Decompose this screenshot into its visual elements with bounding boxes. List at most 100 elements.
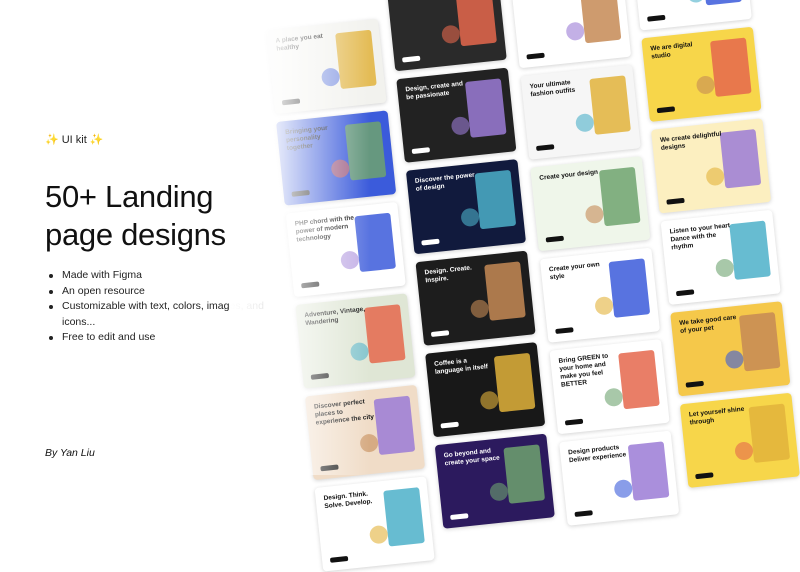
thumbnail-headline: Adventure, Vintage, Wandering — [304, 305, 366, 328]
thumbnail-headline: Bring GREEN to your home and make you fe… — [558, 352, 609, 389]
thumbnail-image — [484, 261, 526, 321]
thumbnail-decoration — [479, 390, 500, 411]
landing-page-thumbnail: Create your design — [530, 156, 651, 252]
thumbnail-button — [675, 289, 695, 297]
thumbnail-decoration — [734, 441, 754, 461]
thumbnail-headline: Let yourself shine through — [688, 405, 745, 427]
page-title-line2: page designs — [45, 217, 226, 252]
landing-page-thumbnail: Listen to your heart Dance with the rhyt… — [660, 209, 781, 305]
thumbnail-image — [738, 312, 781, 372]
landing-page-thumbnail: Bring GREEN to your home and make you fe… — [549, 339, 670, 435]
thumbnail-headline: Listen to your heart Dance with the rhyt… — [669, 222, 731, 252]
thumbnail-decoration — [320, 67, 341, 88]
feature-item: Made with Figma — [48, 268, 278, 284]
thumbnail-button — [656, 106, 676, 114]
thumbnail-decoration — [565, 21, 586, 42]
thumbnail-headline: Design. Create. Inspire. — [424, 264, 473, 285]
thumbnail-headline: Design, create and be passionate — [405, 80, 464, 102]
landing-page-thumbnail: Design, create and be passionate — [396, 67, 517, 163]
thumbnail-headline: Design. Think. Solve. Develop. — [323, 490, 373, 511]
ui-kit-tag-label: UI kit — [61, 133, 87, 146]
thumbnail-button — [310, 372, 330, 380]
thumbnail-button — [450, 513, 469, 521]
thumbnail-image — [627, 441, 670, 501]
thumbnail-headline: Discover perfect places to experience th… — [313, 398, 375, 427]
landing-page-thumbnail: Your ultimate fashion outfits — [520, 64, 641, 160]
thumbnail-headline: Design products Deliver experience — [567, 444, 627, 465]
feature-item: Customizable with text, colors, images, … — [48, 299, 278, 330]
thumbnail-button — [695, 472, 714, 480]
thumbnail-button — [320, 464, 339, 472]
thumbnail-headline: Bringing your personality together — [284, 124, 328, 153]
thumbnail-decoration — [594, 295, 614, 316]
thumbnail-decoration — [469, 298, 490, 319]
thumbnail-decoration — [330, 158, 351, 179]
thumbnail-headline: We are digital studio — [650, 41, 693, 61]
thumbnail-button — [526, 52, 545, 60]
thumbnail-image — [709, 37, 752, 97]
thumbnail-headline: Create your design — [539, 168, 599, 182]
author-credit: By Yan Liu — [45, 447, 95, 459]
thumbnail-image — [354, 212, 397, 273]
sparkle-icon: ✨ — [89, 134, 104, 146]
thumbnail-button — [411, 147, 431, 155]
landing-page-gallery: A place you eat healthy Bringing your per… — [262, 0, 800, 572]
thumbnail-button — [402, 55, 421, 63]
landing-page-thumbnail: PHP chord with the power of modern techn… — [285, 201, 406, 298]
landing-page-thumbnail — [386, 0, 507, 72]
landing-page-thumbnail: Coffee is a language in itself — [425, 342, 546, 438]
thumbnail-decoration — [340, 250, 360, 271]
thumbnail-decoration — [349, 341, 370, 362]
landing-page-thumbnail: Design. Create. Inspire. — [415, 250, 536, 346]
thumbnail-decoration — [724, 349, 745, 370]
landing-page-thumbnail: We are digital studio — [641, 26, 762, 122]
thumbnail-image — [598, 166, 641, 227]
landing-page-thumbnail: A place you eat healthy — [266, 18, 387, 115]
thumbnail-button — [291, 189, 310, 197]
thumbnail-headline: Your ultimate fashion outfits — [529, 79, 576, 99]
thumbnail-decoration — [705, 166, 726, 187]
thumbnail-headline: Create your own style — [548, 261, 601, 282]
thumbnail-decoration — [440, 24, 461, 45]
thumbnail-image — [474, 169, 517, 230]
thumbnail-decoration — [460, 207, 480, 228]
landing-page-thumbnail — [510, 0, 632, 69]
landing-page-thumbnail: Let yourself shine through — [679, 392, 800, 488]
thumbnail-image — [344, 121, 387, 181]
thumbnail-headline: PHP chord with the power of modern techn… — [294, 214, 355, 244]
hero-panel: ✨ UI kit ✨ 50+ Landing page designs Made… — [0, 0, 300, 475]
thumbnail-image — [335, 29, 377, 90]
thumbnail-image — [748, 403, 791, 463]
feature-item: Free to edit and use — [48, 330, 278, 346]
thumbnail-headline: We create delightful designs — [659, 130, 722, 152]
landing-page-thumbnail: Discover perfect places to experience th… — [304, 384, 426, 481]
thumbnail-decoration — [584, 204, 605, 225]
thumbnail-headline: A place you eat healthy — [275, 32, 324, 53]
thumbnail-headline: We take good care of your pet — [678, 314, 737, 335]
thumbnail-headline: Go beyond and create your space — [443, 447, 501, 468]
page-title-line1: 50+ Landing — [45, 179, 214, 214]
thumbnail-button — [440, 421, 459, 429]
thumbnail-image — [729, 220, 771, 280]
feature-list: Made with Figma An open resource Customi… — [48, 268, 278, 346]
thumbnail-image — [719, 129, 762, 189]
thumbnail-image — [493, 352, 536, 413]
thumbnail-decoration — [714, 258, 735, 278]
thumbnail-decoration — [686, 0, 706, 4]
thumbnail-decoration — [603, 387, 624, 408]
thumbnail-image — [608, 258, 651, 318]
thumbnail-button — [535, 144, 555, 152]
landing-page-thumbnail: Create your own style — [539, 247, 661, 343]
landing-page-thumbnail: Discover the power of design — [405, 159, 527, 255]
thumbnail-decoration — [359, 433, 380, 454]
landing-page-thumbnail: We take good care of your pet — [670, 301, 791, 397]
thumbnail-image — [373, 395, 416, 456]
thumbnail-decoration — [450, 115, 471, 136]
thumbnail-headline: Discover the power of design — [414, 171, 476, 193]
landing-page-thumbnail: Go beyond and create your space — [434, 433, 555, 529]
thumbnail-button — [574, 510, 593, 517]
ui-kit-tag: ✨ UI kit ✨ — [45, 133, 104, 147]
thumbnail-decoration — [574, 112, 595, 133]
thumbnail-image — [700, 0, 743, 6]
thumbnail-button — [281, 98, 301, 106]
